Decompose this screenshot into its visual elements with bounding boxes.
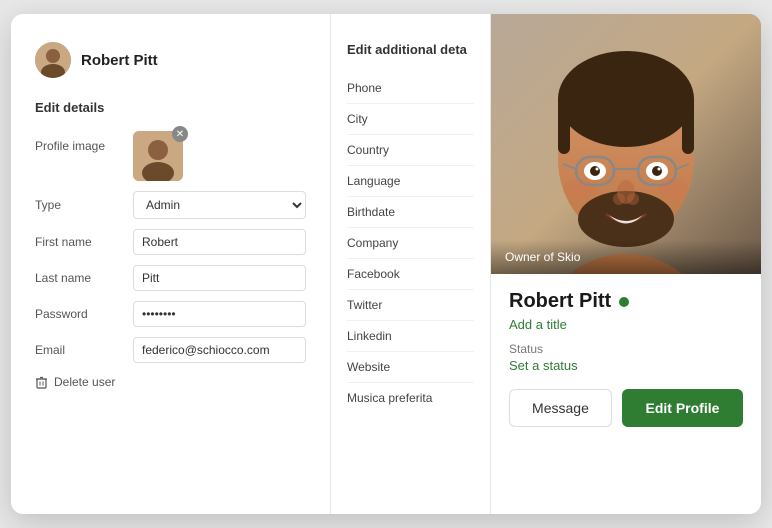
profile-full-name: Robert Pitt [509,290,611,313]
delete-user-label: Delete user [54,375,115,389]
add-title-link[interactable]: Add a title [509,317,743,332]
city-field[interactable]: City [347,104,474,135]
lastname-label: Last name [35,271,125,285]
country-field[interactable]: Country [347,135,474,166]
delete-user-row[interactable]: Delete user [35,375,306,389]
edit-profile-button[interactable]: Edit Profile [622,389,743,427]
right-panel: Owner of Skio Robert Pitt Add a title St… [491,14,761,514]
additional-section-title: Edit additional deta [347,42,474,57]
status-label: Status [509,342,743,356]
company-field[interactable]: Company [347,228,474,259]
modal-container: Robert Pitt Edit details Profile image ✕… [11,14,761,514]
lastname-field-row: Last name [35,265,306,291]
password-label: Password [35,307,125,321]
online-status-dot [619,297,629,307]
user-name-header: Robert Pitt [81,52,158,69]
phone-field[interactable]: Phone [347,73,474,104]
website-field[interactable]: Website [347,352,474,383]
firstname-field-row: First name [35,229,306,255]
middle-panel: Edit additional deta Phone City Country … [331,14,491,514]
lastname-input[interactable] [133,265,306,291]
type-label: Type [35,198,125,212]
edit-details-title: Edit details [35,100,306,115]
avatar [35,42,71,78]
user-header: Robert Pitt [35,42,306,78]
musica-preferita-field[interactable]: Musica preferita [347,383,474,413]
profile-name-row: Robert Pitt [509,290,743,313]
password-field-row: Password [35,301,306,327]
profile-image-label: Profile image [35,131,125,153]
birthdate-field[interactable]: Birthdate [347,197,474,228]
language-field[interactable]: Language [347,166,474,197]
set-status-link[interactable]: Set a status [509,358,743,373]
password-input[interactable] [133,301,306,327]
profile-info: Robert Pitt Add a title Status Set a sta… [491,274,761,514]
profile-photo: Owner of Skio [491,14,761,274]
owner-tag: Owner of Skio [505,250,580,264]
email-label: Email [35,343,125,357]
action-buttons: Message Edit Profile [509,389,743,427]
profile-photo-overlay: Owner of Skio [491,240,761,274]
type-select[interactable]: Admin User Manager [133,191,306,219]
firstname-input[interactable] [133,229,306,255]
twitter-field[interactable]: Twitter [347,290,474,321]
linkedin-field[interactable]: Linkedin [347,321,474,352]
message-button[interactable]: Message [509,389,612,427]
left-panel: Robert Pitt Edit details Profile image ✕… [11,14,331,514]
facebook-field[interactable]: Facebook [347,259,474,290]
trash-icon [35,376,48,389]
profile-image-row: Profile image ✕ [35,131,306,181]
profile-image-wrapper: ✕ [133,131,183,181]
remove-image-button[interactable]: ✕ [172,126,188,142]
email-input[interactable] [133,337,306,363]
type-field-row: Type Admin User Manager [35,191,306,219]
firstname-label: First name [35,235,125,249]
email-field-row: Email [35,337,306,363]
